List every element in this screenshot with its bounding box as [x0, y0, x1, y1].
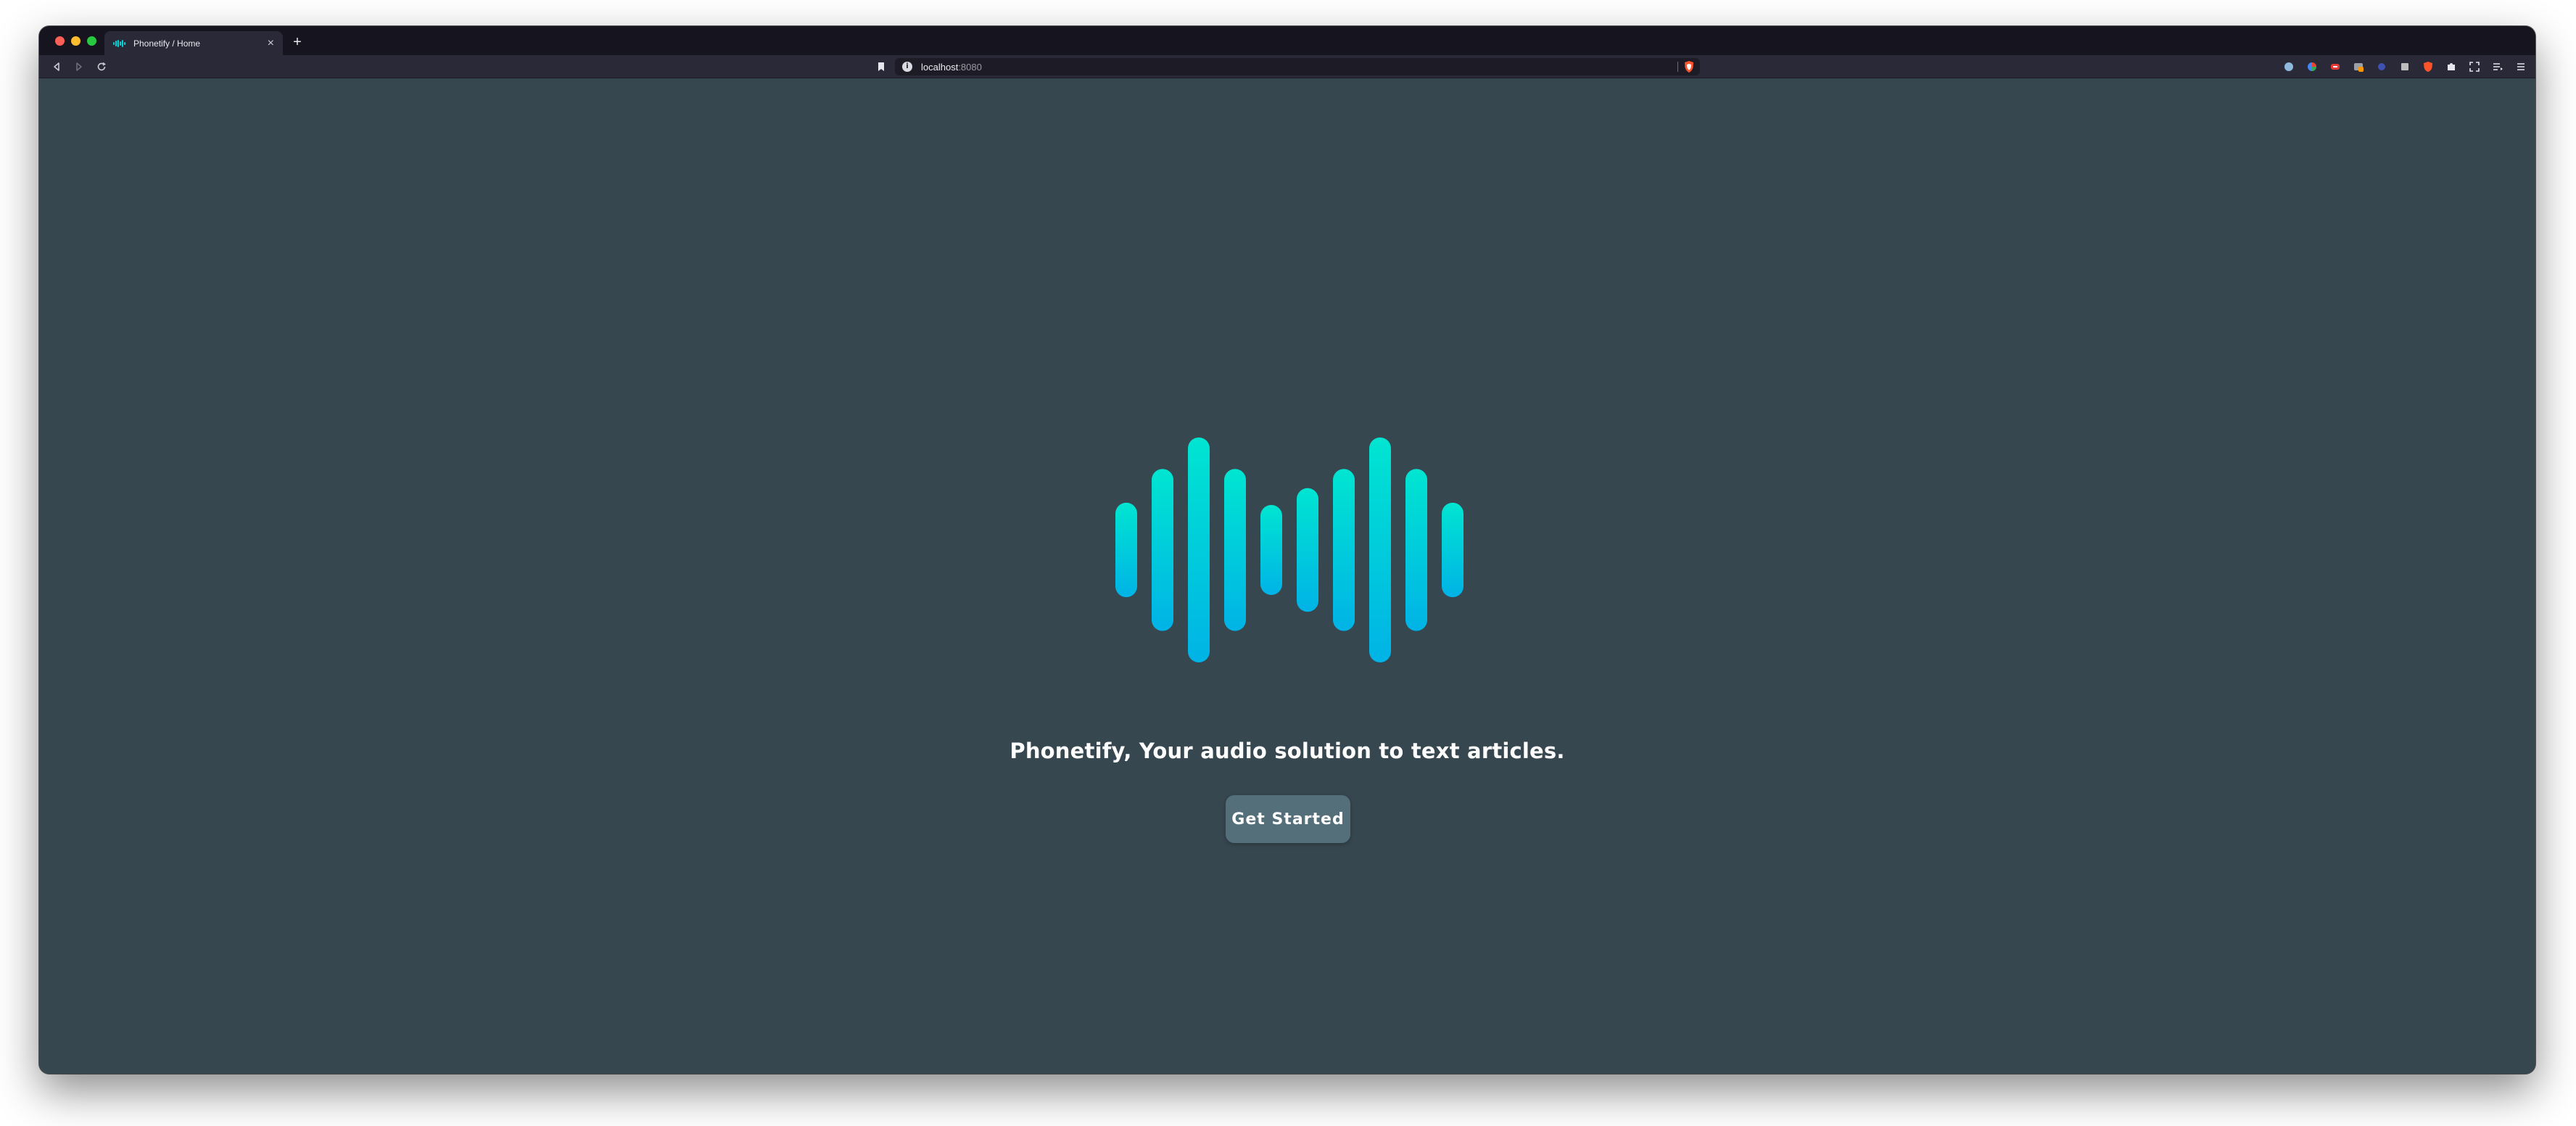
reload-icon[interactable] [93, 58, 110, 75]
get-started-button[interactable]: Get Started [1226, 795, 1350, 843]
sound-wave-logo-icon [1115, 437, 1464, 662]
extension-5-icon[interactable] [2374, 59, 2389, 74]
playlist-icon[interactable] [2490, 59, 2505, 74]
page-content: Phonetify, Your audio solution to text a… [39, 78, 2535, 1074]
logo-bar [1333, 469, 1355, 631]
menu-icon[interactable] [2514, 59, 2528, 74]
puzzle-icon[interactable] [2444, 59, 2459, 74]
address-bar[interactable]: i localhost:8080 [895, 58, 1700, 75]
logo-bar [1224, 469, 1246, 631]
back-icon[interactable] [48, 58, 65, 75]
phonetify-favicon-icon [113, 38, 128, 49]
close-window-button[interactable] [55, 36, 65, 46]
forward-icon[interactable] [70, 58, 88, 75]
logo-bar [1188, 437, 1210, 662]
browser-toolbar: i localhost:8080 [39, 55, 2535, 78]
bookmark-icon[interactable] [873, 59, 889, 75]
tab-active[interactable]: Phonetify / Home × [104, 31, 283, 55]
logo-bar [1369, 437, 1391, 662]
new-tab-button[interactable]: + [289, 33, 306, 51]
extension-1-icon[interactable] [2282, 59, 2296, 74]
window-controls [55, 36, 96, 46]
maximize-window-button[interactable] [87, 36, 96, 46]
logo-bar [1152, 469, 1173, 631]
logo-bar [1442, 502, 1464, 598]
tagline: Phonetify, Your audio solution to text a… [1010, 739, 1565, 763]
extension-3-icon[interactable] [2328, 59, 2342, 74]
extension-icons [2282, 59, 2528, 74]
logo-bar [1297, 488, 1318, 612]
browser-window: Phonetify / Home × + i localhost:8080 P… [39, 26, 2535, 1074]
url-host: localhost [921, 61, 959, 73]
url-separator [1677, 62, 1678, 72]
tab-title: Phonetify / Home [133, 38, 201, 49]
fullscreen-icon[interactable] [2467, 59, 2482, 74]
extension-6-icon[interactable] [2398, 59, 2412, 74]
tab-close-icon[interactable]: × [268, 37, 274, 49]
extension-2-icon[interactable] [2305, 59, 2319, 74]
logo-bar [1405, 469, 1427, 631]
logo-bar [1260, 505, 1282, 595]
minimize-window-button[interactable] [71, 36, 80, 46]
extension-7-icon[interactable] [2421, 59, 2435, 74]
tab-strip: Phonetify / Home × + [39, 26, 2535, 55]
info-icon[interactable]: i [902, 62, 912, 72]
url-port: :8080 [958, 61, 982, 73]
brave-shield-icon[interactable] [1683, 60, 1696, 73]
logo-bar [1115, 502, 1137, 598]
extension-4-icon[interactable] [2351, 59, 2366, 74]
